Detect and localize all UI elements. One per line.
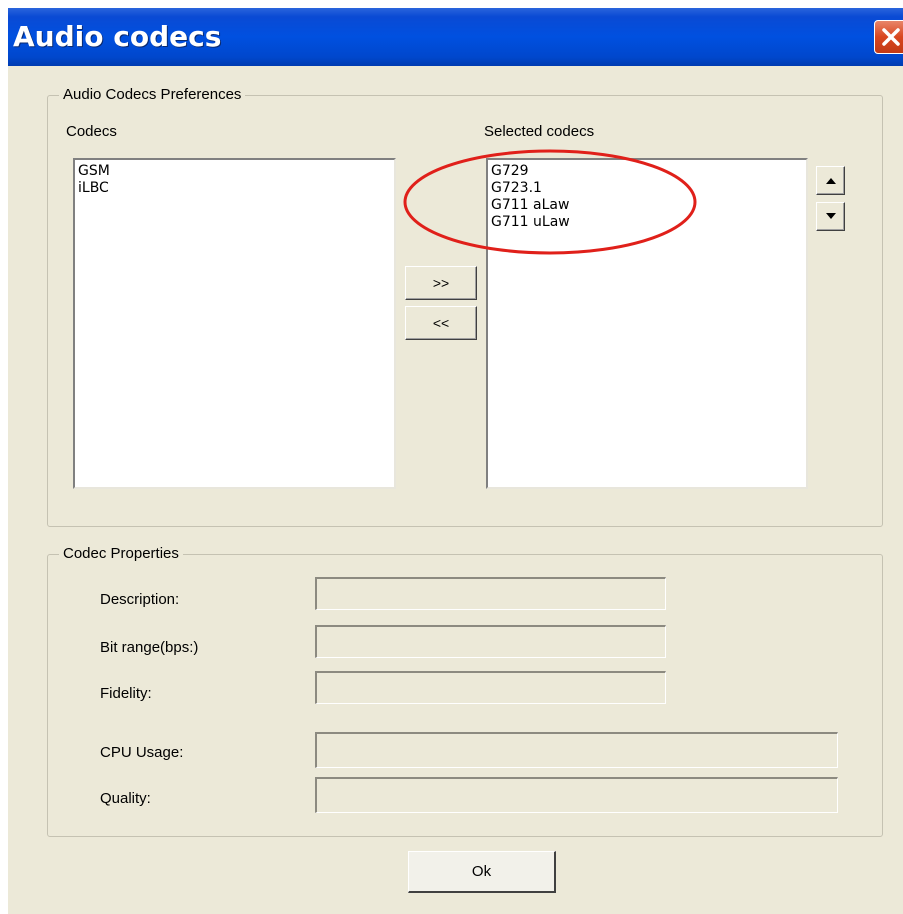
list-item[interactable]: G729 (491, 163, 806, 180)
move-down-button[interactable] (816, 202, 845, 231)
title-bar[interactable]: Audio codecs (8, 8, 903, 66)
remove-codec-button[interactable]: << (405, 306, 477, 340)
ok-button-label: Ok (471, 863, 492, 880)
preferences-legend: Audio Codecs Preferences (59, 85, 246, 105)
selected-codecs-label: Selected codecs (484, 123, 595, 140)
fidelity-field[interactable] (315, 671, 666, 704)
properties-legend: Codec Properties (59, 544, 183, 564)
ok-button[interactable]: Ok (408, 851, 556, 893)
list-item[interactable]: iLBC (78, 180, 394, 197)
add-codec-button-label: >> (432, 275, 450, 291)
bit-range-field[interactable] (315, 625, 666, 658)
remove-codec-button-label: << (432, 315, 450, 331)
fidelity-label: Fidelity: (100, 685, 152, 702)
description-field[interactable] (315, 577, 666, 610)
selected-codecs-list[interactable]: G729 G723.1 G711 aLaw G711 uLaw (486, 158, 808, 489)
cpu-usage-field[interactable] (315, 732, 838, 768)
codecs-label: Codecs (66, 123, 117, 140)
available-codecs-list[interactable]: GSM iLBC (73, 158, 396, 489)
bit-range-label: Bit range(bps:) (100, 639, 199, 656)
quality-label: Quality: (100, 790, 151, 807)
move-up-button[interactable] (816, 166, 845, 195)
description-label: Description: (100, 591, 180, 608)
triangle-down-icon (826, 213, 836, 219)
list-item[interactable]: GSM (78, 163, 394, 180)
quality-field[interactable] (315, 777, 838, 813)
triangle-up-icon (826, 178, 836, 184)
close-icon (882, 28, 900, 46)
window-title: Audio codecs (13, 20, 222, 53)
audio-codecs-dialog: Audio codecs Audio Codecs Preferences Co… (8, 8, 903, 914)
list-item[interactable]: G711 uLaw (491, 214, 806, 231)
add-codec-button[interactable]: >> (405, 266, 477, 300)
close-button[interactable] (874, 20, 903, 54)
cpu-usage-label: CPU Usage: (100, 744, 184, 761)
list-item[interactable]: G723.1 (491, 180, 806, 197)
list-item[interactable]: G711 aLaw (491, 197, 806, 214)
